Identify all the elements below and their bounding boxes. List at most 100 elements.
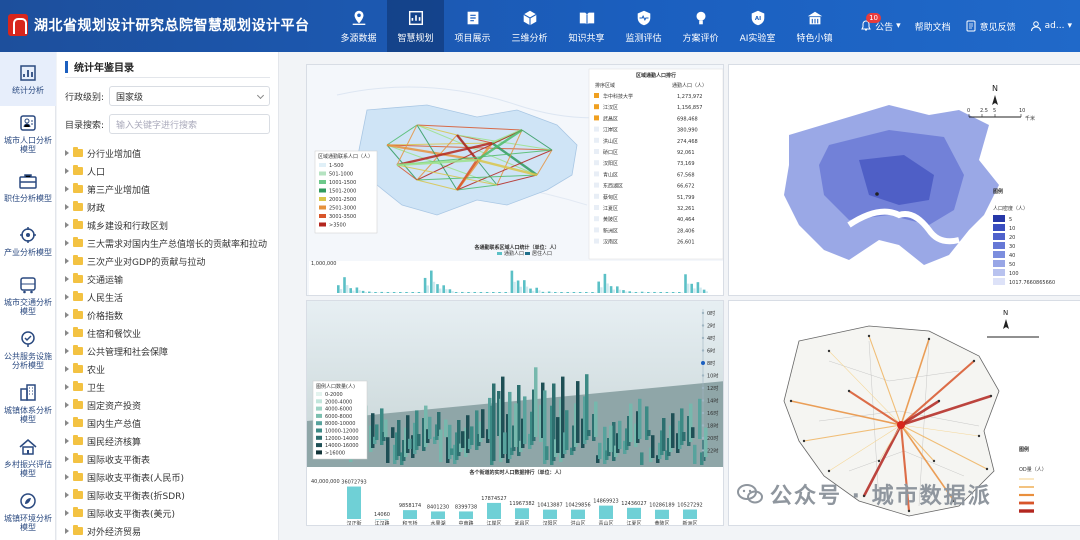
building-extrusion (556, 417, 560, 453)
rail-item-0[interactable]: 统计分析 (0, 52, 56, 106)
time-tick[interactable] (701, 386, 705, 390)
tree-node[interactable]: 三大需求对国内生产总值增长的贡献率和拉动 (65, 234, 270, 252)
caret-right-icon (65, 186, 69, 192)
nav-item-plan-evaluation[interactable]: 方案评价 (672, 0, 729, 52)
commute-bar (696, 282, 700, 293)
residence-bar (451, 291, 454, 293)
nav-item-project-display[interactable]: 项目展示 (444, 0, 501, 52)
level-select[interactable]: 国家级 (109, 86, 270, 106)
building-extrusion (682, 432, 686, 441)
tree-node[interactable]: 国际收支平衡表(人民币) (65, 468, 270, 486)
time-tick[interactable] (701, 374, 705, 377)
tree-node[interactable]: 国际收支平衡表(美元) (65, 504, 270, 522)
caret-right-icon (65, 420, 69, 426)
tree-node[interactable]: 人民生活 (65, 288, 270, 306)
tree-node[interactable]: 国际收支平衡表 (65, 450, 270, 468)
caret-right-icon (65, 528, 69, 534)
time-tick[interactable] (701, 324, 705, 327)
residence-bar (606, 283, 609, 293)
time-tick[interactable] (701, 411, 705, 415)
city-legend-label: >16000 (325, 450, 345, 456)
time-tick[interactable] (701, 424, 705, 427)
street-bar-label: 江夏区 (626, 520, 641, 526)
od-center-node (897, 421, 905, 429)
rank-area: 青山区 (603, 171, 618, 178)
nav-item-knowledge-sharing[interactable]: 知识共享 (558, 0, 615, 52)
nav-item-featured-town[interactable]: 特色小镇 (786, 0, 843, 52)
tree-node[interactable]: 国民经济核算 (65, 432, 270, 450)
time-tick[interactable] (701, 449, 705, 452)
tree-node[interactable]: 卫生 (65, 378, 270, 396)
folder-icon (73, 363, 83, 373)
time-tick[interactable] (701, 361, 705, 365)
time-label: 20时 (707, 435, 718, 442)
nav-item-ai-lab[interactable]: AI AI实验室 (729, 0, 786, 52)
commute-flow-map[interactable]: 区域通勤联系人口（人） 1-500 501-1000 1001-1500 1501-2… (306, 64, 724, 296)
tree-node-label: 住宿和餐饮业 (87, 329, 142, 340)
street-bar-title: 各个街道的实时人口数据排行（单位：人） (468, 469, 564, 476)
nav-item-multi-source-data[interactable]: 多源数据 (330, 0, 387, 52)
city-legend-swatch (316, 406, 322, 411)
user-menu-button[interactable]: ad... ▾ (1030, 20, 1072, 32)
tree-node[interactable]: 国际收支平衡表(折SDR) (65, 486, 270, 504)
time-tick[interactable] (701, 336, 705, 340)
flow-legend-swatch (319, 197, 326, 201)
tree-node[interactable]: 农业 (65, 360, 270, 378)
od-legend-sub: OD量（人） (1019, 466, 1047, 473)
rail-item-3[interactable]: 产业分析模型 (0, 214, 56, 268)
tree-node[interactable]: 城乡建设和行政区划 (65, 216, 270, 234)
rail-item-8[interactable]: 城镇环境分析模型 (0, 484, 56, 538)
rail-item-7[interactable]: 乡村振兴评估模型 (0, 430, 56, 484)
time-label: 0时 (707, 310, 715, 317)
od-node (847, 389, 851, 393)
time-tick[interactable] (701, 436, 705, 440)
tree-node[interactable]: 分行业增加值 (65, 144, 270, 162)
help-docs-button[interactable]: 帮助文档 (915, 20, 951, 33)
rank-area: 硚口区 (603, 149, 618, 156)
time-tick[interactable] (701, 399, 705, 402)
nav-item-smart-planning[interactable]: 智慧规划 (387, 0, 444, 52)
caret-right-icon (65, 330, 69, 336)
rail-item-1[interactable]: 城市人口分析模型 (0, 106, 56, 160)
rail-item-5[interactable]: 公共服务设施分析模型 (0, 322, 56, 376)
catalog-search-input[interactable]: 输入关键字进行搜索 (109, 114, 270, 134)
rank-marker (594, 238, 599, 244)
commute-bar (430, 270, 433, 293)
city-3d-map[interactable]: 图例人口数量(人) 0-2000 2000-4000 4000-6000 6000-8… (306, 300, 724, 526)
tree-node[interactable]: 第三产业增加值 (65, 180, 270, 198)
time-label: 6时 (707, 348, 715, 355)
tree-node[interactable]: 人口 (65, 162, 270, 180)
tree-node[interactable]: 国内生产总值 (65, 414, 270, 432)
residence-bar (457, 292, 460, 293)
building-extrusion (450, 448, 454, 455)
tree-node[interactable]: 对外经济贸易 (65, 522, 270, 540)
tree-node[interactable]: 财政 (65, 198, 270, 216)
tree-node[interactable]: 固定资产投资 (65, 396, 270, 414)
commute-bar (541, 291, 545, 293)
nav-item-label: 方案评价 (682, 33, 719, 44)
rank-marker (594, 160, 599, 166)
tree-node[interactable]: 交通运输 (65, 270, 270, 288)
tree-node[interactable]: 公共管理和社会保障 (65, 342, 270, 360)
tree-node[interactable]: 住宿和餐饮业 (65, 324, 270, 342)
village-house-icon (19, 438, 37, 455)
rank-area: 蔡甸区 (603, 194, 618, 201)
population-density-map[interactable]: N 0 2.5 5 10 千米 图例 人口密度（人） 5 10 20 30 40 50 100 10… (728, 64, 1080, 296)
nav-item-monitoring-evaluation[interactable]: 监测评估 (615, 0, 672, 52)
rank-value: 1,273,972 (677, 94, 702, 100)
tree-node[interactable]: 价格指数 (65, 306, 270, 324)
time-tick[interactable] (701, 311, 705, 315)
street-bar-label: 新洲区 (682, 520, 697, 526)
commute-bar-chart (309, 261, 723, 295)
feedback-button[interactable]: 意见反馈 (965, 20, 1016, 33)
time-tick[interactable] (701, 349, 705, 352)
rail-item-4[interactable]: 城市交通分析模型 (0, 268, 56, 322)
caret-right-icon (65, 402, 69, 408)
nav-item-3d-analysis[interactable]: 三维分析 (501, 0, 558, 52)
tree-node[interactable]: 三次产业对GDP的贡献与拉动 (65, 252, 270, 270)
tree-node-label: 三次产业对GDP的贡献与拉动 (87, 257, 206, 268)
rail-item-6[interactable]: 城镇体系分析模型 (0, 376, 56, 430)
residence-bar (364, 291, 367, 293)
rail-item-2[interactable]: 职住分析模型 (0, 160, 56, 214)
notice-button[interactable]: 10 公告 ▾ (860, 12, 901, 33)
